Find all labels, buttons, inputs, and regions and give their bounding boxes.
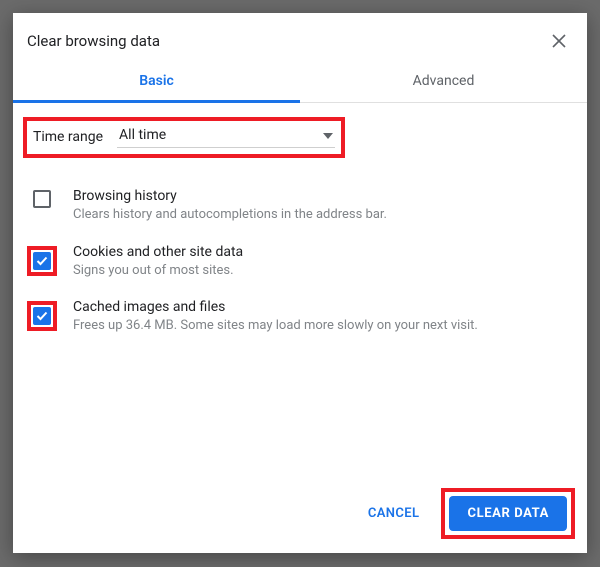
clear-data-button-label: CLEAR DATA [467,506,549,521]
option-row-browsing-history: Browsing history Clears history and autoc… [13,178,587,234]
option-text: Cookies and other site data Signs you out… [73,244,571,280]
time-range-select[interactable]: All time [117,125,335,148]
option-row-cookies: Cookies and other site data Signs you out… [13,234,587,290]
cancel-button-label: CANCEL [368,506,420,521]
dialog-header: Clear browsing data [13,13,587,61]
checkbox-browsing-history[interactable] [33,190,51,208]
tab-advanced-label: Advanced [413,73,475,89]
tab-basic[interactable]: Basic [13,61,300,102]
checkbox-slot [27,299,57,331]
clear-browsing-data-dialog: Clear browsing data Basic Advanced Time … [13,13,587,553]
checkmark-icon [36,256,48,266]
checkbox-slot [27,188,57,208]
checkbox-cache[interactable] [33,307,51,325]
option-description: Frees up 36.4 MB. Some sites may load mo… [73,317,571,335]
option-description: Clears history and autocompletions in th… [73,206,571,224]
time-range-label: Time range [33,129,103,145]
checkbox-cookies[interactable] [33,252,51,270]
clear-data-highlight: CLEAR DATA [441,488,575,539]
option-title: Cached images and files [73,299,571,315]
option-row-cache: Cached images and files Frees up 36.4 MB.… [13,289,587,345]
dialog-tabs: Basic Advanced [13,61,587,103]
dialog-footer: CANCEL CLEAR DATA [13,476,587,553]
time-range-highlight: Time range All time [23,117,345,158]
checkbox-slot [27,244,57,276]
checkbox-highlight [27,246,57,276]
checkbox-highlight [27,301,57,331]
options-list: Browsing history Clears history and autoc… [13,178,587,345]
tab-advanced[interactable]: Advanced [300,61,587,102]
time-range-value: All time [119,127,166,143]
checkmark-icon [36,311,48,321]
chevron-down-icon [323,127,333,143]
close-button[interactable] [545,27,573,55]
dialog-body: Time range All time Browsing history Clea… [13,103,587,476]
dialog-title: Clear browsing data [27,32,545,50]
clear-data-button[interactable]: CLEAR DATA [449,496,567,531]
option-text: Browsing history Clears history and autoc… [73,188,571,224]
cancel-button[interactable]: CANCEL [354,496,434,531]
option-title: Browsing history [73,188,571,204]
option-text: Cached images and files Frees up 36.4 MB.… [73,299,571,335]
tab-basic-label: Basic [139,73,174,89]
close-icon [551,33,567,49]
option-title: Cookies and other site data [73,244,571,260]
option-description: Signs you out of most sites. [73,262,571,280]
